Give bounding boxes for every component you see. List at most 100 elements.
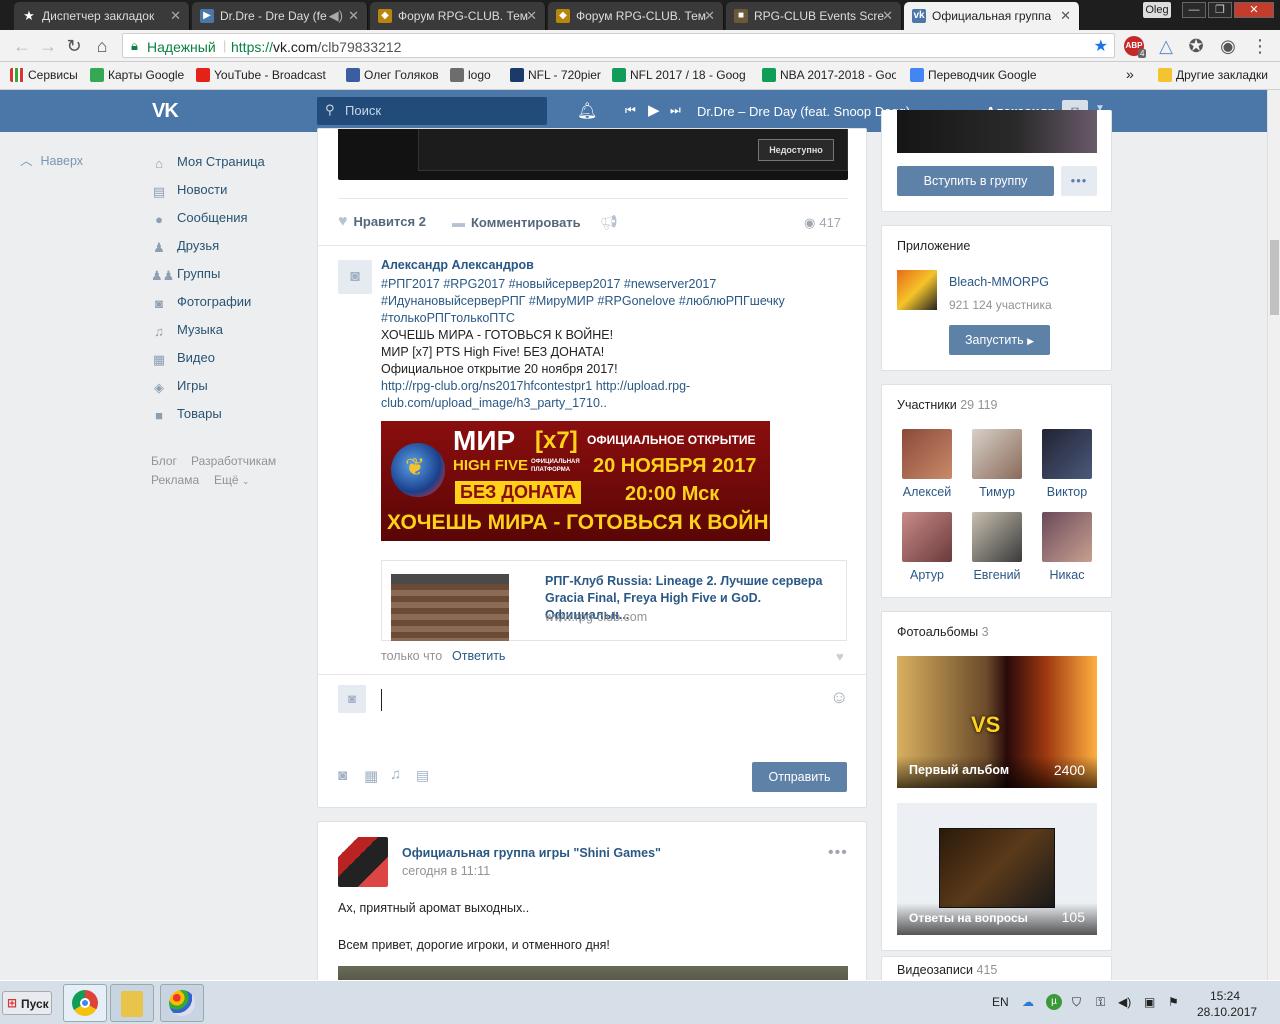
cloud-icon[interactable]: ☁ <box>1022 995 1034 1009</box>
hashtags-line[interactable]: #РПГ2017 #RPG2017 #новыйсервер2017 #news… <box>381 276 851 293</box>
tab-forum-2[interactable]: ◆ Форум RPG-CLUB. Тем ✕ <box>548 2 724 30</box>
comment-link[interactable]: club.com/upload_image/h3_party_1710.. <box>381 395 851 412</box>
volume-icon[interactable]: ◀) <box>1118 995 1131 1009</box>
post-time[interactable]: сегодня в 11:11 <box>402 864 490 878</box>
albums-title[interactable]: Фотоальбомы 3 <box>897 625 989 639</box>
forward-icon[interactable]: → <box>38 36 58 56</box>
footer-link-developers[interactable]: Разработчикам <box>191 454 276 468</box>
close-icon[interactable]: ✕ <box>526 8 537 24</box>
unavailable-button[interactable]: Недоступно <box>758 139 834 161</box>
footer-link-ads[interactable]: Реклама <box>151 473 199 487</box>
lock-icon[interactable]: ⚿ <box>1096 995 1105 1010</box>
photo-attach-icon[interactable]: ◙ <box>338 767 347 784</box>
search-input[interactable]: ⚲ Поиск <box>317 97 547 125</box>
clock-date[interactable]: 28.10.2017 <box>1197 1005 1257 1019</box>
start-button[interactable]: ⊞ Пуск <box>2 991 52 1015</box>
back-to-top[interactable]: ︿ Наверх <box>20 150 83 169</box>
network-icon[interactable]: ▣ <box>1144 995 1155 1009</box>
member-item[interactable]: Артур <box>897 512 957 582</box>
more-dots-icon[interactable]: ••• <box>828 844 848 862</box>
album-first[interactable]: VS Первый альбом 2400 <box>897 656 1097 788</box>
smile-icon[interactable]: ☺ <box>830 687 848 708</box>
clock-time[interactable]: 15:24 <box>1210 989 1240 1003</box>
join-group-button[interactable]: Вступить в группу <box>897 166 1054 196</box>
bookmark-youtube[interactable]: YouTube - Broadcast Y <box>196 68 328 82</box>
bookmark-nfl-pier[interactable]: NFL - 720pier <box>510 68 601 82</box>
member-item[interactable]: Виктор <box>1037 429 1097 499</box>
sidebar-item-photos[interactable]: ◙ Фотографии <box>151 294 251 311</box>
close-icon[interactable]: ✕ <box>704 8 715 24</box>
bookmark-logo[interactable]: logo <box>450 68 491 82</box>
close-icon[interactable]: ✕ <box>882 8 893 24</box>
album-answers[interactable]: Ответы на вопросы 105 <box>897 803 1097 935</box>
comment-button[interactable]: ▬ Комментировать <box>452 215 581 230</box>
megaphone-icon[interactable]: 📢︎ <box>600 214 618 231</box>
bookmark-other[interactable]: Другие закладки <box>1158 68 1268 82</box>
flag-icon[interactable]: ⚑ <box>1168 995 1179 1009</box>
hashtags-line[interactable]: #ИдунановыйсерверРПГ #МируМИР #RPGonelov… <box>381 293 851 310</box>
heart-icon[interactable]: ♥ <box>836 649 844 664</box>
minimize-button[interactable]: — <box>1182 2 1206 18</box>
reload-icon[interactable]: ↻ <box>64 36 84 56</box>
sidebar-item-my-page[interactable]: ⌂ Моя Страница <box>151 154 265 171</box>
promo-banner[interactable]: ❦ МИР [x7] ОФИЦИАЛЬНОЕ ОТКРЫТИЕ HIGH FIV… <box>381 421 770 541</box>
vk-logo[interactable]: VK <box>152 100 186 122</box>
tab-forum-1[interactable]: ◆ Форум RPG-CLUB. Тем ✕ <box>370 2 546 30</box>
send-button[interactable]: Отправить <box>752 762 847 792</box>
comment-author[interactable]: Александр Александров <box>381 258 534 272</box>
bookmark-star-icon[interactable]: ★ <box>1094 36 1108 56</box>
camera-icon[interactable]: ◙ <box>338 260 372 294</box>
launch-app-button[interactable]: Запустить ▶ <box>949 325 1050 355</box>
sidebar-item-groups[interactable]: ♟♟ Группы <box>151 266 220 283</box>
member-item[interactable]: Тимур <box>967 429 1027 499</box>
shield-icon[interactable]: ⛉ <box>1072 995 1081 1010</box>
member-item[interactable]: Евгений <box>967 512 1027 582</box>
bookmark-nfl-sheet[interactable]: NFL 2017 / 18 - Google <box>612 68 746 82</box>
sidebar-item-messages[interactable]: ● Сообщения <box>151 210 248 227</box>
member-item[interactable]: Алексей <box>897 429 957 499</box>
videos-title[interactable]: Видеозаписи 415 <box>897 963 997 977</box>
player-track-title[interactable]: Dr.Dre – Dre Day (feat. Snoop Dogg) <box>697 104 910 119</box>
sidebar-item-news[interactable]: ▤ Новости <box>151 182 227 199</box>
prev-track-icon[interactable]: ⏮︎ <box>625 103 636 118</box>
hashtags-line[interactable]: #толькоРПГтолькоПТС <box>381 310 851 327</box>
members-title[interactable]: Участники 29 119 <box>897 398 998 412</box>
address-bar[interactable]: 🔒︎ Надежный | https://vk.com/clb79833212… <box>122 33 1115 58</box>
maximize-button[interactable]: ❐ <box>1208 2 1232 18</box>
member-item[interactable]: Никас <box>1037 512 1097 582</box>
close-icon[interactable]: ✕ <box>170 8 181 24</box>
profile-badge[interactable]: Oleg <box>1143 2 1171 18</box>
scrollbar-thumb[interactable] <box>1270 240 1279 315</box>
bookmark-maps[interactable]: Карты Google <box>90 68 184 82</box>
back-icon[interactable]: ← <box>12 36 32 56</box>
taskbar-explorer[interactable] <box>110 984 154 1022</box>
group-avatar[interactable] <box>338 837 388 887</box>
speaker-icon[interactable]: ◀) <box>329 8 343 24</box>
video-preview[interactable]: Недоступно <box>338 129 848 180</box>
utorrent-icon[interactable]: µ <box>1046 994 1062 1010</box>
play-icon[interactable]: ▶ <box>648 101 660 119</box>
tab-official-group[interactable]: vk Официальная группа ✕ <box>904 2 1080 30</box>
sidebar-item-goods[interactable]: ■ Товары <box>151 406 222 423</box>
music-attach-icon[interactable]: ♫ <box>390 766 401 783</box>
tab-dre-day[interactable]: ▶ Dr.Dre - Dre Day (fe ◀) ✕ <box>192 2 368 30</box>
footer-link-more[interactable]: Ещё ⌄ <box>214 473 249 487</box>
page-scrollbar[interactable] <box>1267 90 1280 980</box>
tab-rpg-events[interactable]: ■ RPG-CLUB Events Scre ✕ <box>726 2 902 30</box>
bookmark-apps[interactable]: Сервисы <box>10 68 78 82</box>
document-attach-icon[interactable]: ▤ <box>416 767 429 784</box>
next-track-icon[interactable]: ⏭︎ <box>670 103 681 118</box>
sidebar-item-friends[interactable]: ♟ Друзья <box>151 238 219 255</box>
like-button[interactable]: ♥ Нравится 2 <box>338 213 426 231</box>
bookmarks-overflow[interactable]: » <box>1126 66 1134 82</box>
video-attach-icon[interactable]: ▦ <box>364 767 378 785</box>
taskbar-paint[interactable] <box>160 984 204 1022</box>
close-window-button[interactable]: ✕ <box>1234 2 1274 18</box>
bookmark-translate[interactable]: Переводчик Google <box>910 68 1037 82</box>
reply-link[interactable]: Ответить <box>452 649 505 663</box>
bookmark-nba-sheet[interactable]: NBA 2017-2018 - Goog <box>762 68 896 82</box>
footer-link-blog[interactable]: Блог <box>151 454 177 468</box>
extension-icon[interactable]: ✪ <box>1186 36 1206 56</box>
sidebar-item-music[interactable]: ♫ Музыка <box>151 322 223 339</box>
close-icon[interactable]: ✕ <box>1060 8 1071 24</box>
